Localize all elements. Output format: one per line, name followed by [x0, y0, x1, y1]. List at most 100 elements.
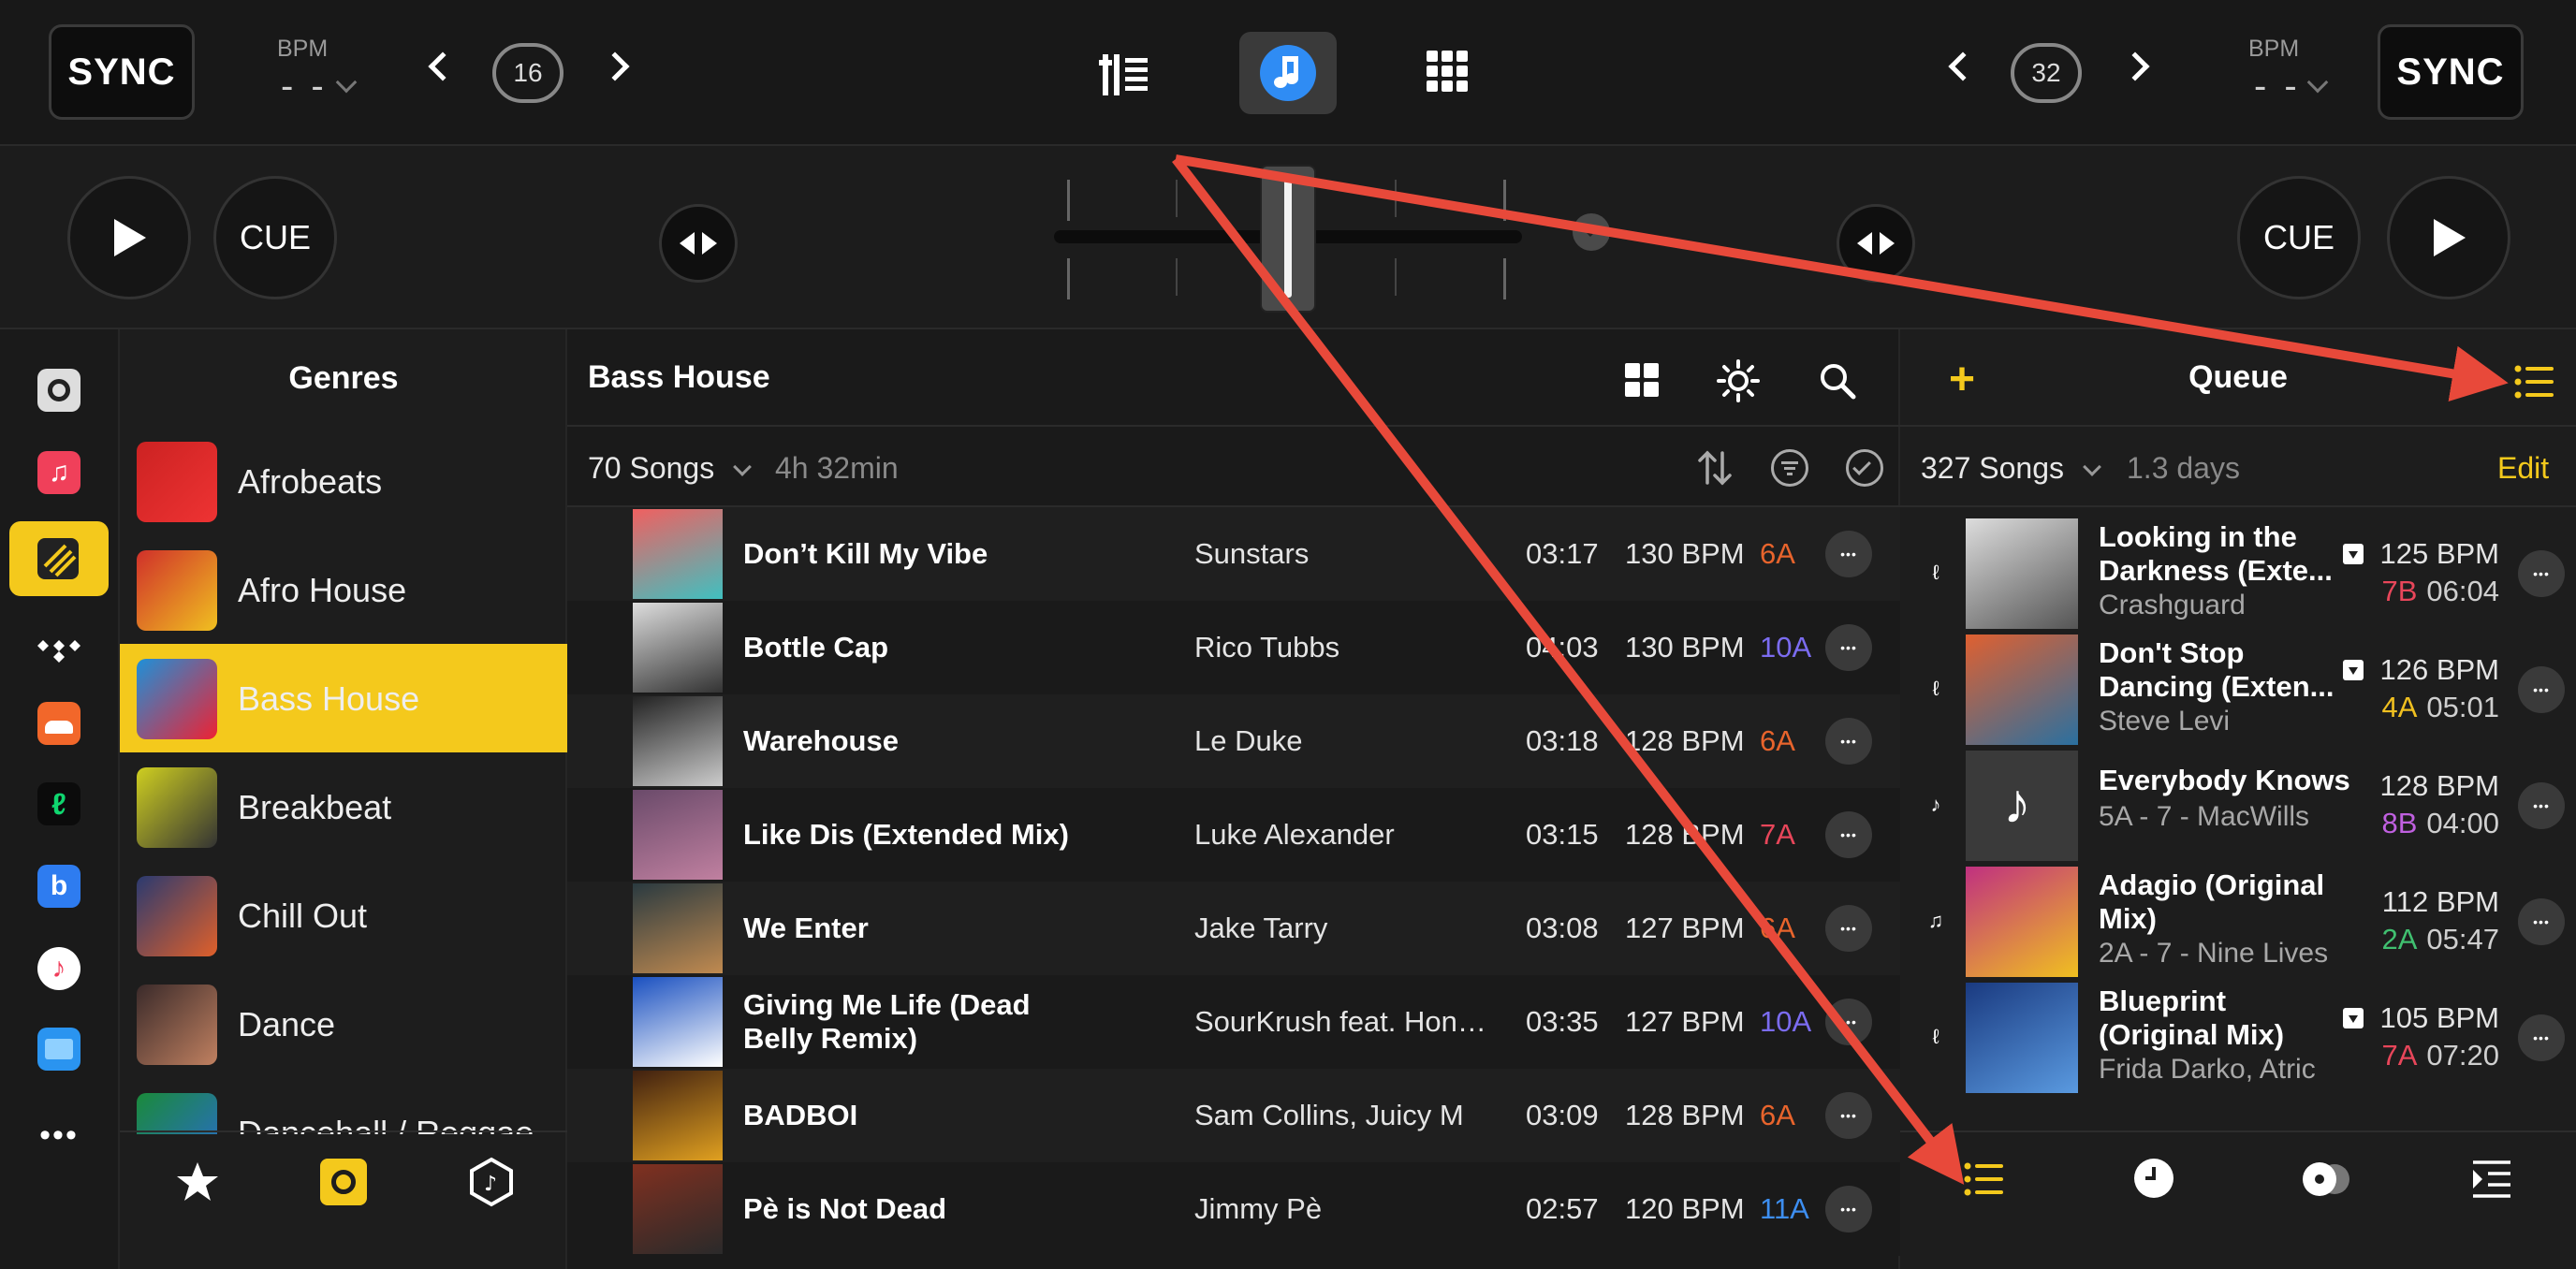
- song-title: BADBOI: [743, 1099, 858, 1131]
- genre-item[interactable]: Dance: [120, 970, 567, 1078]
- right-cue-button[interactable]: CUE: [2237, 176, 2361, 299]
- song-row[interactable]: Pè is Not Dead Jimmy Pè 02:57 120 BPM 11A •••: [567, 1162, 1900, 1256]
- more-options-icon[interactable]: •••: [2518, 550, 2565, 597]
- queue-tab-list-icon[interactable]: [1964, 1160, 2005, 1198]
- more-options-icon[interactable]: •••: [2518, 782, 2565, 829]
- history-clock-icon[interactable]: [2134, 1159, 2174, 1198]
- beatsource-blue-icon[interactable]: b: [37, 865, 80, 908]
- more-sources-icon[interactable]: •••: [37, 1114, 80, 1157]
- crossfader-tick: [1176, 258, 1178, 296]
- chevron-down-icon[interactable]: [733, 458, 752, 476]
- automix-sun-icon[interactable]: [1717, 359, 1760, 402]
- genre-music-shield-icon[interactable]: ♪: [468, 1157, 515, 1207]
- more-options-icon[interactable]: •••: [1825, 1186, 1872, 1233]
- select-check-icon[interactable]: [1846, 449, 1883, 487]
- song-key: 11A: [1760, 1192, 1809, 1225]
- left-loop-prev-icon[interactable]: [428, 51, 458, 81]
- song-row[interactable]: Warehouse Le Duke 03:18 128 BPM 6A •••: [567, 694, 1900, 788]
- automix-queue-icon[interactable]: [2471, 1160, 2512, 1198]
- queue-row[interactable]: ℓ Don't Stop Dancing (Exten... Steve Levi 1…: [1900, 631, 2576, 747]
- left-loop-next-icon[interactable]: [600, 51, 630, 81]
- soundcloud-icon[interactable]: [37, 702, 80, 745]
- genre-item[interactable]: Chill Out: [120, 861, 567, 970]
- left-pitch-bend-icon[interactable]: [659, 204, 738, 283]
- song-list-duration: 4h 32min: [775, 451, 899, 485]
- more-options-icon[interactable]: •••: [1825, 624, 1872, 671]
- more-options-icon[interactable]: •••: [2518, 1014, 2565, 1061]
- filter-icon[interactable]: [1771, 449, 1808, 487]
- song-key: 6A: [1760, 912, 1795, 944]
- song-artist: Luke Alexander: [1194, 818, 1395, 851]
- itunes-icon[interactable]: ♪: [37, 947, 80, 990]
- queue-edit-button[interactable]: Edit: [2497, 451, 2549, 486]
- right-pitch-bend-icon[interactable]: [1837, 204, 1915, 283]
- genre-item[interactable]: Afro House: [120, 535, 567, 644]
- song-row[interactable]: Giving Me Life (Dead Belly Remix) SourKru…: [567, 975, 1900, 1069]
- left-bpm-chevron-down-icon[interactable]: [335, 71, 358, 94]
- genre-item[interactable]: Afrobeats: [120, 427, 567, 535]
- more-options-icon[interactable]: •••: [2518, 666, 2565, 713]
- right-loop-next-icon[interactable]: [2120, 51, 2150, 81]
- song-count-dropdown[interactable]: 70 Songs: [588, 451, 714, 486]
- library-view-button[interactable]: [1239, 32, 1337, 114]
- right-play-button[interactable]: [2387, 176, 2510, 299]
- genre-item[interactable]: Bass House: [120, 644, 567, 752]
- genre-artwork: [137, 550, 217, 631]
- queue-track-key: 8B: [2381, 807, 2418, 839]
- more-options-icon[interactable]: •••: [1825, 905, 1872, 952]
- genre-label: Afro House: [238, 571, 407, 609]
- sort-icon[interactable]: [1694, 447, 1735, 489]
- local-files-icon[interactable]: [37, 369, 80, 412]
- song-artist: Jake Tarry: [1194, 912, 1328, 944]
- more-options-icon[interactable]: •••: [1825, 811, 1872, 858]
- left-play-button[interactable]: [67, 176, 191, 299]
- right-bpm-value[interactable]: - -: [2254, 66, 2301, 108]
- more-options-icon[interactable]: •••: [1825, 718, 1872, 765]
- beatport-source-button[interactable]: [9, 521, 109, 596]
- more-options-icon[interactable]: •••: [1825, 1092, 1872, 1139]
- more-options-icon[interactable]: •••: [1825, 999, 1872, 1045]
- song-row[interactable]: BADBOI Sam Collins, Juicy M 03:09 128 BPM 6A…: [567, 1069, 1900, 1162]
- queue-count-dropdown[interactable]: 327 Songs: [1921, 451, 2064, 486]
- tidal-icon[interactable]: [37, 629, 80, 672]
- library-tab-icon[interactable]: [320, 1159, 367, 1205]
- search-icon[interactable]: [1818, 361, 1857, 401]
- beatport-icon[interactable]: ℓ: [37, 782, 80, 825]
- song-duration: 03:09: [1526, 1099, 1599, 1131]
- chevron-down-icon[interactable]: [2083, 458, 2101, 476]
- right-sync-button[interactable]: SYNC: [2378, 24, 2524, 120]
- left-bpm-label: BPM: [277, 36, 329, 62]
- left-sync-button[interactable]: SYNC: [49, 24, 195, 120]
- genre-item[interactable]: Breakbeat: [120, 752, 567, 861]
- queue-row[interactable]: ♪ ♪ Everybody Knows 5A - 7 - MacWills 128 BP…: [1900, 747, 2576, 863]
- queue-track-duration: 05:47: [2426, 923, 2499, 955]
- queue-list-icon[interactable]: [2514, 363, 2555, 401]
- genre-artwork: [137, 659, 217, 739]
- right-loop-button[interactable]: 32: [2011, 43, 2082, 103]
- mixer-view-icon[interactable]: [1099, 49, 1151, 97]
- song-artist: Le Duke: [1194, 724, 1303, 757]
- song-row[interactable]: Don’t Kill My Vibe Sunstars 03:17 130 BPM 6A…: [567, 507, 1900, 601]
- crossfader-options-icon[interactable]: [1573, 213, 1610, 251]
- files-folder-icon[interactable]: [37, 1028, 80, 1071]
- right-bpm-chevron-down-icon[interactable]: [2306, 71, 2329, 94]
- more-options-icon[interactable]: •••: [1825, 531, 1872, 577]
- queue-row[interactable]: ♫ Adagio (Original Mix) 2A - 7 - Nine Live…: [1900, 863, 2576, 979]
- genre-item[interactable]: Dancehall / Reggae: [120, 1078, 567, 1134]
- favorites-star-icon[interactable]: [174, 1159, 221, 1205]
- pads-view-icon[interactable]: [1425, 49, 1470, 94]
- grid-view-icon[interactable]: [1623, 361, 1661, 399]
- queue-row[interactable]: ℓ Looking in the Darkness (Exte... Crashgu…: [1900, 515, 2576, 631]
- left-loop-button[interactable]: 16: [492, 43, 564, 103]
- left-bpm-value[interactable]: - -: [281, 66, 328, 108]
- song-row[interactable]: Like Dis (Extended Mix) Luke Alexander 03:…: [567, 788, 1900, 882]
- prepare-discs-icon[interactable]: [2301, 1160, 2353, 1198]
- crossfader-handle[interactable]: [1260, 165, 1316, 313]
- left-cue-button[interactable]: CUE: [213, 176, 337, 299]
- more-options-icon[interactable]: •••: [2518, 898, 2565, 945]
- queue-row[interactable]: ℓ Blueprint (Original Mix) Frida Darko, At…: [1900, 979, 2576, 1095]
- song-row[interactable]: Bottle Cap Rico Tubbs 04:03 130 BPM 10A •••: [567, 601, 1900, 694]
- right-loop-prev-icon[interactable]: [1948, 51, 1978, 81]
- song-row[interactable]: We Enter Jake Tarry 03:08 127 BPM 6A •••: [567, 882, 1900, 975]
- apple-music-icon[interactable]: ♫: [37, 451, 80, 494]
